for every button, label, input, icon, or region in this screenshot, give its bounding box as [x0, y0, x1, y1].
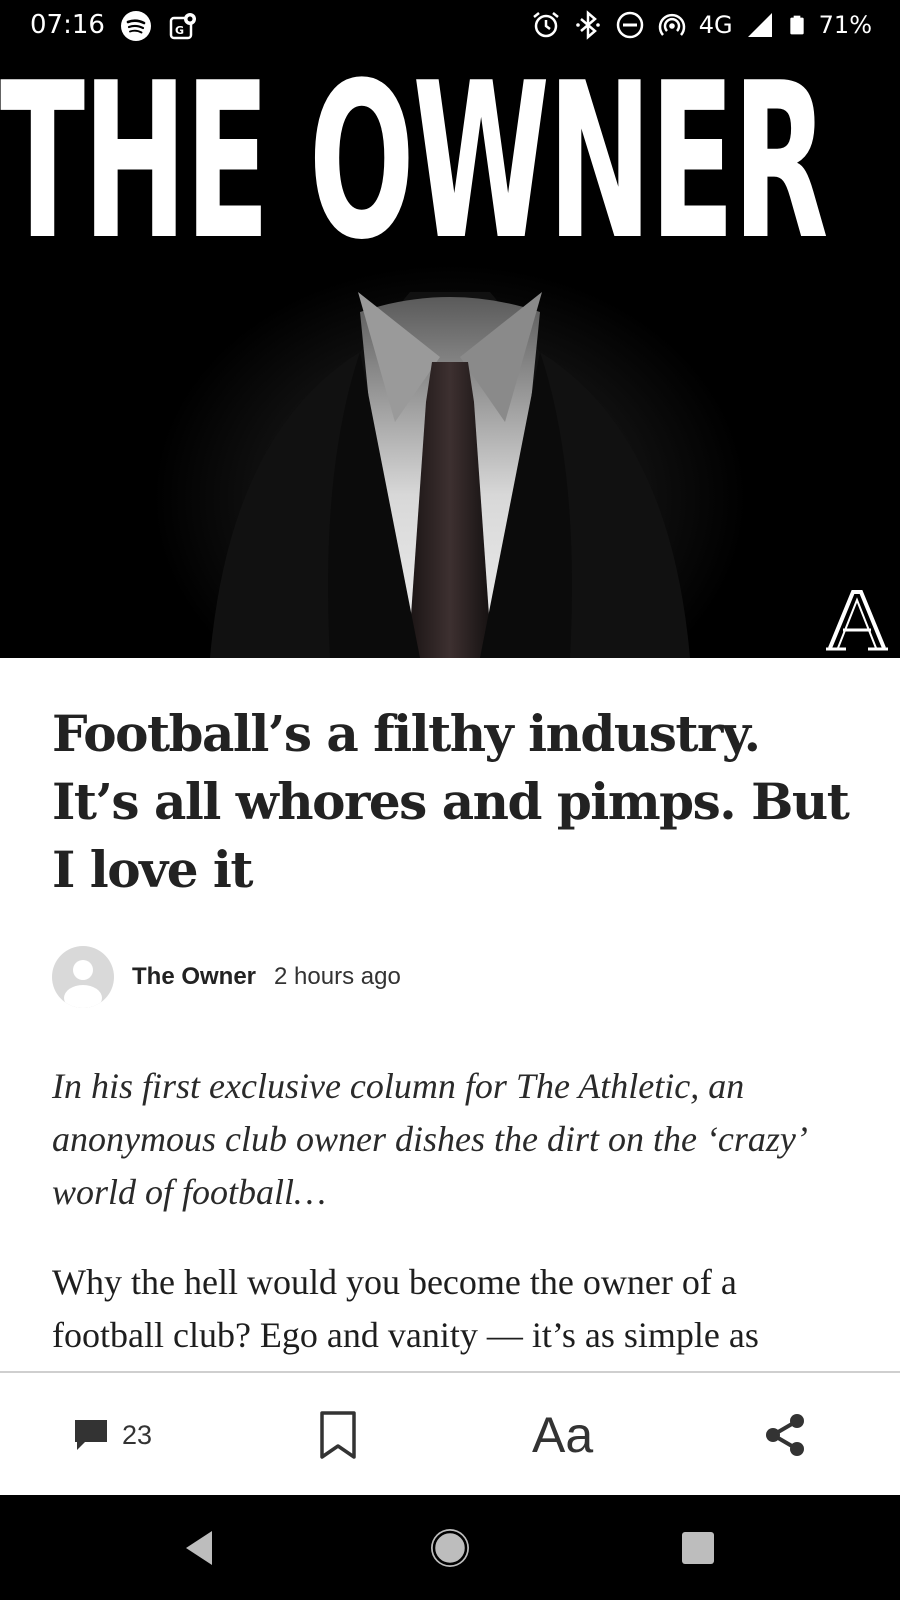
- home-icon: [431, 1528, 469, 1567]
- article-action-bar: 23 Aa: [0, 1371, 900, 1495]
- do-not-disturb-icon: [616, 11, 644, 39]
- the-athletic-logo: [826, 590, 888, 651]
- article-headline: Football’s a filthy industry. It’s all w…: [52, 704, 850, 899]
- network-type: 4G: [698, 11, 733, 39]
- share-icon: [766, 1414, 804, 1456]
- hero-image: THE OWNER: [0, 52, 900, 658]
- spotify-icon: [121, 11, 151, 41]
- back-button[interactable]: [150, 1495, 250, 1600]
- avatar-placeholder-icon: [64, 960, 102, 1008]
- recents-icon: [682, 1531, 714, 1564]
- bookmark-button[interactable]: [318, 1373, 358, 1497]
- battery-icon: [789, 15, 804, 35]
- status-icons: 4G 71%: [531, 10, 872, 40]
- comment-icon: [75, 1420, 107, 1450]
- byline: The Owner 2 hours ago: [52, 946, 401, 1008]
- share-button[interactable]: [762, 1373, 808, 1497]
- maps-icon: G: [169, 13, 196, 40]
- status-bar: 07:16 G 4G 71%: [0, 0, 900, 52]
- article-standfirst: In his first exclusive column for The At…: [52, 1066, 804, 1212]
- back-icon: [186, 1530, 212, 1565]
- text-size-button[interactable]: Aa: [532, 1373, 593, 1497]
- comments-button[interactable]: 23: [72, 1373, 152, 1497]
- home-button[interactable]: [400, 1495, 500, 1600]
- signal-icon: [747, 13, 772, 37]
- text-size-label: Aa: [532, 1407, 594, 1463]
- hero-title: THE OWNER: [0, 52, 829, 287]
- author-name[interactable]: The Owner: [132, 963, 256, 991]
- article-body: Why the hell would you become the owner …: [52, 1262, 759, 1355]
- status-time: 07:16: [30, 10, 105, 40]
- bluetooth-icon: [575, 10, 600, 40]
- battery-percent: 71%: [818, 11, 872, 39]
- comment-count: 23: [122, 1419, 153, 1450]
- article-content[interactable]: Football’s a filthy industry. It’s all w…: [0, 658, 900, 1372]
- bookmark-icon: [320, 1411, 356, 1459]
- hotspot-icon: [658, 13, 686, 36]
- alarm-icon: [533, 12, 559, 38]
- author-avatar[interactable]: [52, 946, 114, 1008]
- svg-text:G: G: [175, 24, 184, 37]
- recents-button[interactable]: [648, 1495, 748, 1600]
- publish-time: 2 hours ago: [274, 963, 401, 990]
- system-navigation-bar: [0, 1495, 900, 1600]
